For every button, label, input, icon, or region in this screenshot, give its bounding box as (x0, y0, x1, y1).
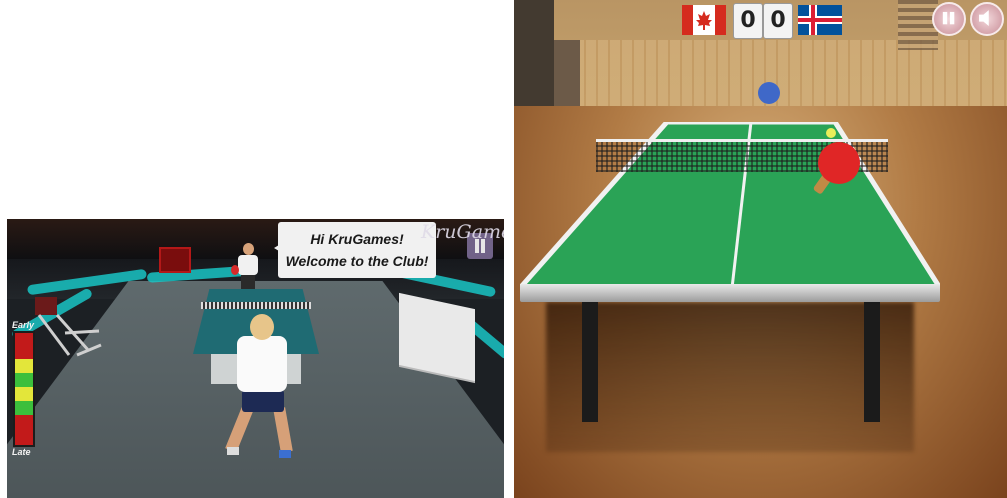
player-character (225, 314, 301, 464)
krugames-watermark: KruGames (421, 221, 504, 243)
player-paddle[interactable] (818, 142, 860, 184)
meter-segment (15, 415, 33, 445)
wall-shadow (514, 0, 554, 106)
table-leg (582, 302, 598, 422)
pause-icon (942, 11, 955, 25)
away-score: 0 (763, 3, 793, 39)
iceland-flag-icon (798, 5, 842, 35)
meter-segment (15, 387, 33, 401)
canada-flag-icon (682, 5, 726, 35)
timing-meter (13, 331, 35, 447)
meter-segment (15, 401, 33, 415)
left-game-screen: Hi KruGames! Welcome to the Club! KruGam… (7, 219, 504, 498)
opponent-paddle (758, 82, 780, 104)
table-shadow (546, 302, 914, 452)
opponent-player (231, 243, 261, 293)
table-leg (864, 302, 880, 422)
scoreboard: 0 0 (682, 3, 844, 39)
speech-line-2: Welcome to the Club! (285, 253, 429, 269)
timing-late-label: Late (12, 447, 31, 457)
umpire-chair (35, 297, 102, 357)
right-game-screen: 0 0 (514, 0, 1007, 498)
wall-vent (898, 0, 938, 50)
meter-segment (15, 373, 33, 387)
ball (826, 128, 836, 138)
table-net (201, 302, 311, 309)
table-edge (520, 284, 940, 302)
sound-button[interactable] (970, 2, 1004, 36)
pause-button[interactable] (932, 2, 966, 36)
timing-early-label: Early (12, 320, 35, 330)
speech-bubble: Hi KruGames! Welcome to the Club! (274, 222, 436, 278)
speech-line-1: Hi KruGames! (310, 231, 404, 247)
speaker-icon (979, 10, 989, 27)
scoreboard-screen (159, 247, 191, 273)
meter-segment (15, 333, 33, 359)
gym-door (554, 40, 580, 106)
home-score: 0 (733, 3, 763, 39)
meter-segment (15, 359, 33, 373)
